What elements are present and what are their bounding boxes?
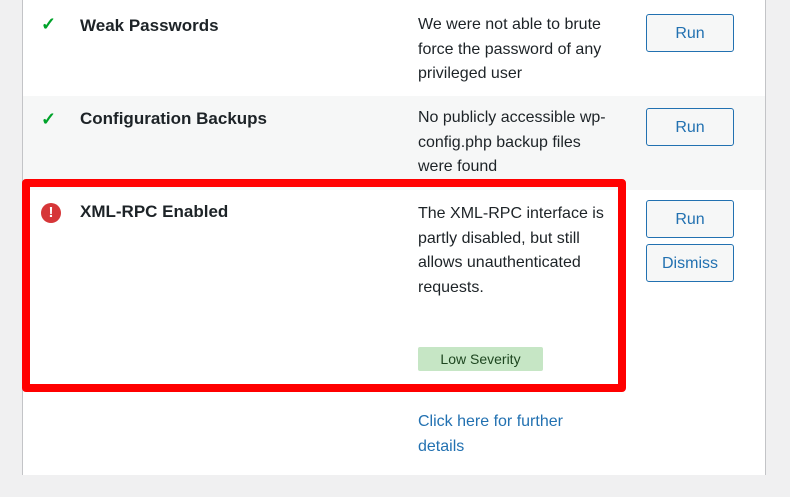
dismiss-button[interactable]: Dismiss xyxy=(646,244,734,282)
check-title: Weak Passwords xyxy=(80,16,219,35)
run-button[interactable]: Run xyxy=(646,200,734,238)
checkmark-icon: ✓ xyxy=(41,14,57,34)
alert-circle-icon: ! xyxy=(41,203,61,223)
security-checks-panel: ✓ Weak Passwords We were not able to bru… xyxy=(22,0,766,475)
run-button[interactable]: Run xyxy=(646,108,734,146)
check-description: The XML-RPC interface is partly disabled… xyxy=(418,205,604,296)
check-description: No publicly accessible wp-config.php bac… xyxy=(418,109,606,175)
check-title: Configuration Backups xyxy=(80,109,268,128)
check-title: XML-RPC Enabled xyxy=(80,202,229,221)
further-details-link[interactable]: Click here for further details xyxy=(418,410,598,459)
checkmark-icon: ✓ xyxy=(41,109,57,129)
check-row-configuration-backups: ✓ Configuration Backups No publicly acce… xyxy=(23,96,765,190)
check-row-xml-rpc: ! XML-RPC Enabled The XML-RPC interface … xyxy=(23,190,765,475)
check-description: We were not able to brute force the pass… xyxy=(418,16,602,82)
severity-badge: Low Severity xyxy=(418,347,543,371)
check-row-weak-passwords: ✓ Weak Passwords We were not able to bru… xyxy=(23,0,765,96)
run-button[interactable]: Run xyxy=(646,14,734,52)
